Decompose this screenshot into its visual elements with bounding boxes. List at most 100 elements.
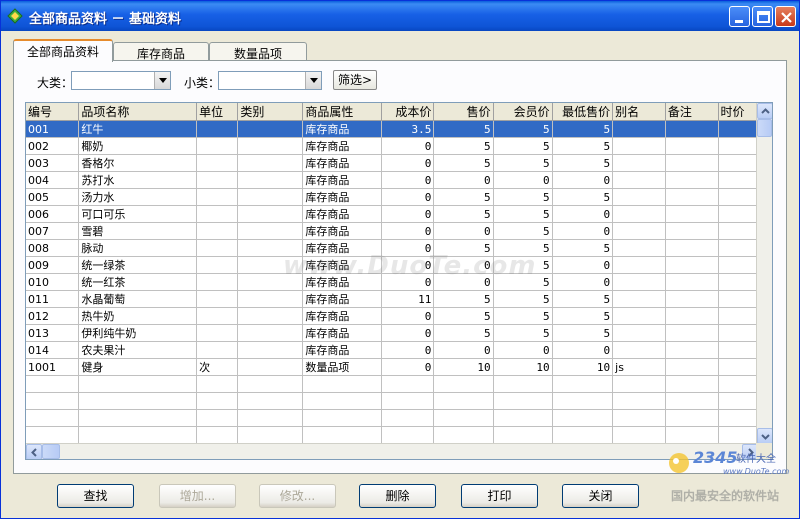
table-cell-price[interactable]: 5 — [433, 137, 494, 155]
table-cell-code[interactable]: 014 — [26, 341, 80, 359]
empty-cell[interactable] — [302, 426, 382, 444]
table-cell-note[interactable] — [665, 324, 719, 342]
table-row[interactable]: 006 可口可乐 库存商品 0 5 5 0 — [26, 205, 758, 223]
empty-cell[interactable] — [612, 375, 666, 393]
filter-button[interactable]: 筛选> — [333, 70, 377, 90]
table-cell-min[interactable]: 0 — [552, 256, 614, 274]
table-cell-cost[interactable]: 3.5 — [381, 120, 435, 138]
table-cell-unit[interactable] — [196, 307, 239, 325]
table-cell-cost[interactable]: 0 — [381, 137, 435, 155]
table-cell-timeprice[interactable] — [718, 324, 758, 342]
empty-cell[interactable] — [665, 426, 719, 444]
find-button[interactable]: 查找 — [57, 484, 134, 508]
empty-cell[interactable] — [302, 409, 382, 427]
table-cell-price[interactable]: 0 — [433, 341, 494, 359]
empty-table-row[interactable] — [26, 375, 758, 393]
table-cell-member[interactable]: 5 — [493, 222, 553, 240]
table-cell-note[interactable] — [665, 171, 719, 189]
column-header[interactable]: 品项名称 — [78, 103, 198, 121]
table-cell-note[interactable] — [665, 120, 719, 138]
empty-cell[interactable] — [302, 375, 382, 393]
table-cell-category[interactable] — [237, 137, 304, 155]
table-cell-code[interactable]: 005 — [26, 188, 80, 206]
table-cell-alias[interactable] — [612, 239, 666, 257]
column-header[interactable]: 成本价 — [381, 103, 435, 121]
empty-cell[interactable] — [433, 392, 494, 410]
table-cell-note[interactable] — [665, 307, 719, 325]
empty-cell[interactable] — [26, 375, 80, 393]
table-cell-min[interactable]: 0 — [552, 205, 614, 223]
empty-cell[interactable] — [718, 409, 758, 427]
table-cell-code[interactable]: 004 — [26, 171, 80, 189]
table-cell-code[interactable]: 008 — [26, 239, 80, 257]
table-cell-unit[interactable] — [196, 341, 239, 359]
table-cell-attr[interactable]: 数量品项 — [302, 358, 382, 376]
empty-cell[interactable] — [493, 375, 553, 393]
table-cell-attr[interactable]: 库存商品 — [302, 324, 382, 342]
table-cell-cost[interactable]: 0 — [381, 341, 435, 359]
table-row[interactable]: 013 伊利纯牛奶 库存商品 0 5 5 5 — [26, 324, 758, 342]
table-cell-category[interactable] — [237, 290, 304, 308]
table-cell-cost[interactable]: 0 — [381, 188, 435, 206]
table-cell-attr[interactable]: 库存商品 — [302, 171, 382, 189]
table-cell-name[interactable]: 雪碧 — [78, 222, 198, 240]
print-button[interactable]: 打印 — [461, 484, 538, 508]
empty-cell[interactable] — [196, 375, 239, 393]
column-header[interactable]: 时价 — [718, 103, 758, 121]
table-cell-code[interactable]: 013 — [26, 324, 80, 342]
horizontal-scroll-thumb[interactable] — [42, 444, 60, 459]
table-cell-code[interactable]: 001 — [26, 120, 80, 138]
table-cell-member[interactable]: 5 — [493, 307, 553, 325]
table-cell-unit[interactable] — [196, 239, 239, 257]
empty-cell[interactable] — [493, 409, 553, 427]
table-row[interactable]: 004 苏打水 库存商品 0 0 0 0 — [26, 171, 758, 189]
table-cell-alias[interactable] — [612, 154, 666, 172]
table-cell-price[interactable]: 0 — [433, 171, 494, 189]
empty-cell[interactable] — [381, 426, 435, 444]
table-cell-price[interactable]: 5 — [433, 188, 494, 206]
table-cell-member[interactable]: 5 — [493, 188, 553, 206]
empty-cell[interactable] — [433, 409, 494, 427]
table-row[interactable]: 1001 健身次数量品项 0 10 10 10 js — [26, 358, 758, 376]
table-cell-alias[interactable] — [612, 222, 666, 240]
table-cell-unit[interactable] — [196, 273, 239, 291]
empty-cell[interactable] — [718, 426, 758, 444]
table-row[interactable]: 011 水晶葡萄 库存商品 11 5 5 5 — [26, 290, 758, 308]
table-cell-category[interactable] — [237, 154, 304, 172]
empty-cell[interactable] — [433, 375, 494, 393]
empty-cell[interactable] — [302, 392, 382, 410]
table-row[interactable]: 007 雪碧 库存商品 0 0 5 0 — [26, 222, 758, 240]
table-cell-timeprice[interactable] — [718, 290, 758, 308]
table-cell-price[interactable]: 5 — [433, 290, 494, 308]
table-cell-alias[interactable] — [612, 324, 666, 342]
table-cell-member[interactable]: 5 — [493, 324, 553, 342]
column-header[interactable]: 备注 — [665, 103, 719, 121]
table-cell-name[interactable]: 脉动 — [78, 239, 198, 257]
empty-cell[interactable] — [612, 426, 666, 444]
table-cell-alias[interactable] — [612, 290, 666, 308]
empty-cell[interactable] — [78, 375, 198, 393]
table-cell-timeprice[interactable] — [718, 137, 758, 155]
scroll-up-button[interactable] — [757, 103, 772, 119]
table-cell-attr[interactable]: 库存商品 — [302, 154, 382, 172]
table-cell-unit[interactable] — [196, 171, 239, 189]
empty-cell[interactable] — [26, 426, 80, 444]
table-cell-attr[interactable]: 库存商品 — [302, 205, 382, 223]
table-cell-unit[interactable] — [196, 137, 239, 155]
table-cell-min[interactable]: 5 — [552, 239, 614, 257]
table-cell-price[interactable]: 5 — [433, 324, 494, 342]
table-cell-unit[interactable] — [196, 222, 239, 240]
table-cell-name[interactable]: 统一红茶 — [78, 273, 198, 291]
table-cell-alias[interactable]: js — [612, 358, 666, 376]
vertical-scrollbar[interactable] — [756, 103, 772, 444]
table-row[interactable]: 005 汤力水 库存商品 0 5 5 5 — [26, 188, 758, 206]
edit-button[interactable]: 修改... — [259, 484, 336, 508]
table-cell-member[interactable]: 5 — [493, 120, 553, 138]
table-cell-timeprice[interactable] — [718, 120, 758, 138]
table-cell-category[interactable] — [237, 120, 304, 138]
empty-cell[interactable] — [612, 392, 666, 410]
table-cell-unit[interactable] — [196, 256, 239, 274]
table-cell-code[interactable]: 1001 — [26, 358, 80, 376]
table-cell-member[interactable]: 10 — [493, 358, 553, 376]
empty-table-row[interactable] — [26, 426, 758, 444]
